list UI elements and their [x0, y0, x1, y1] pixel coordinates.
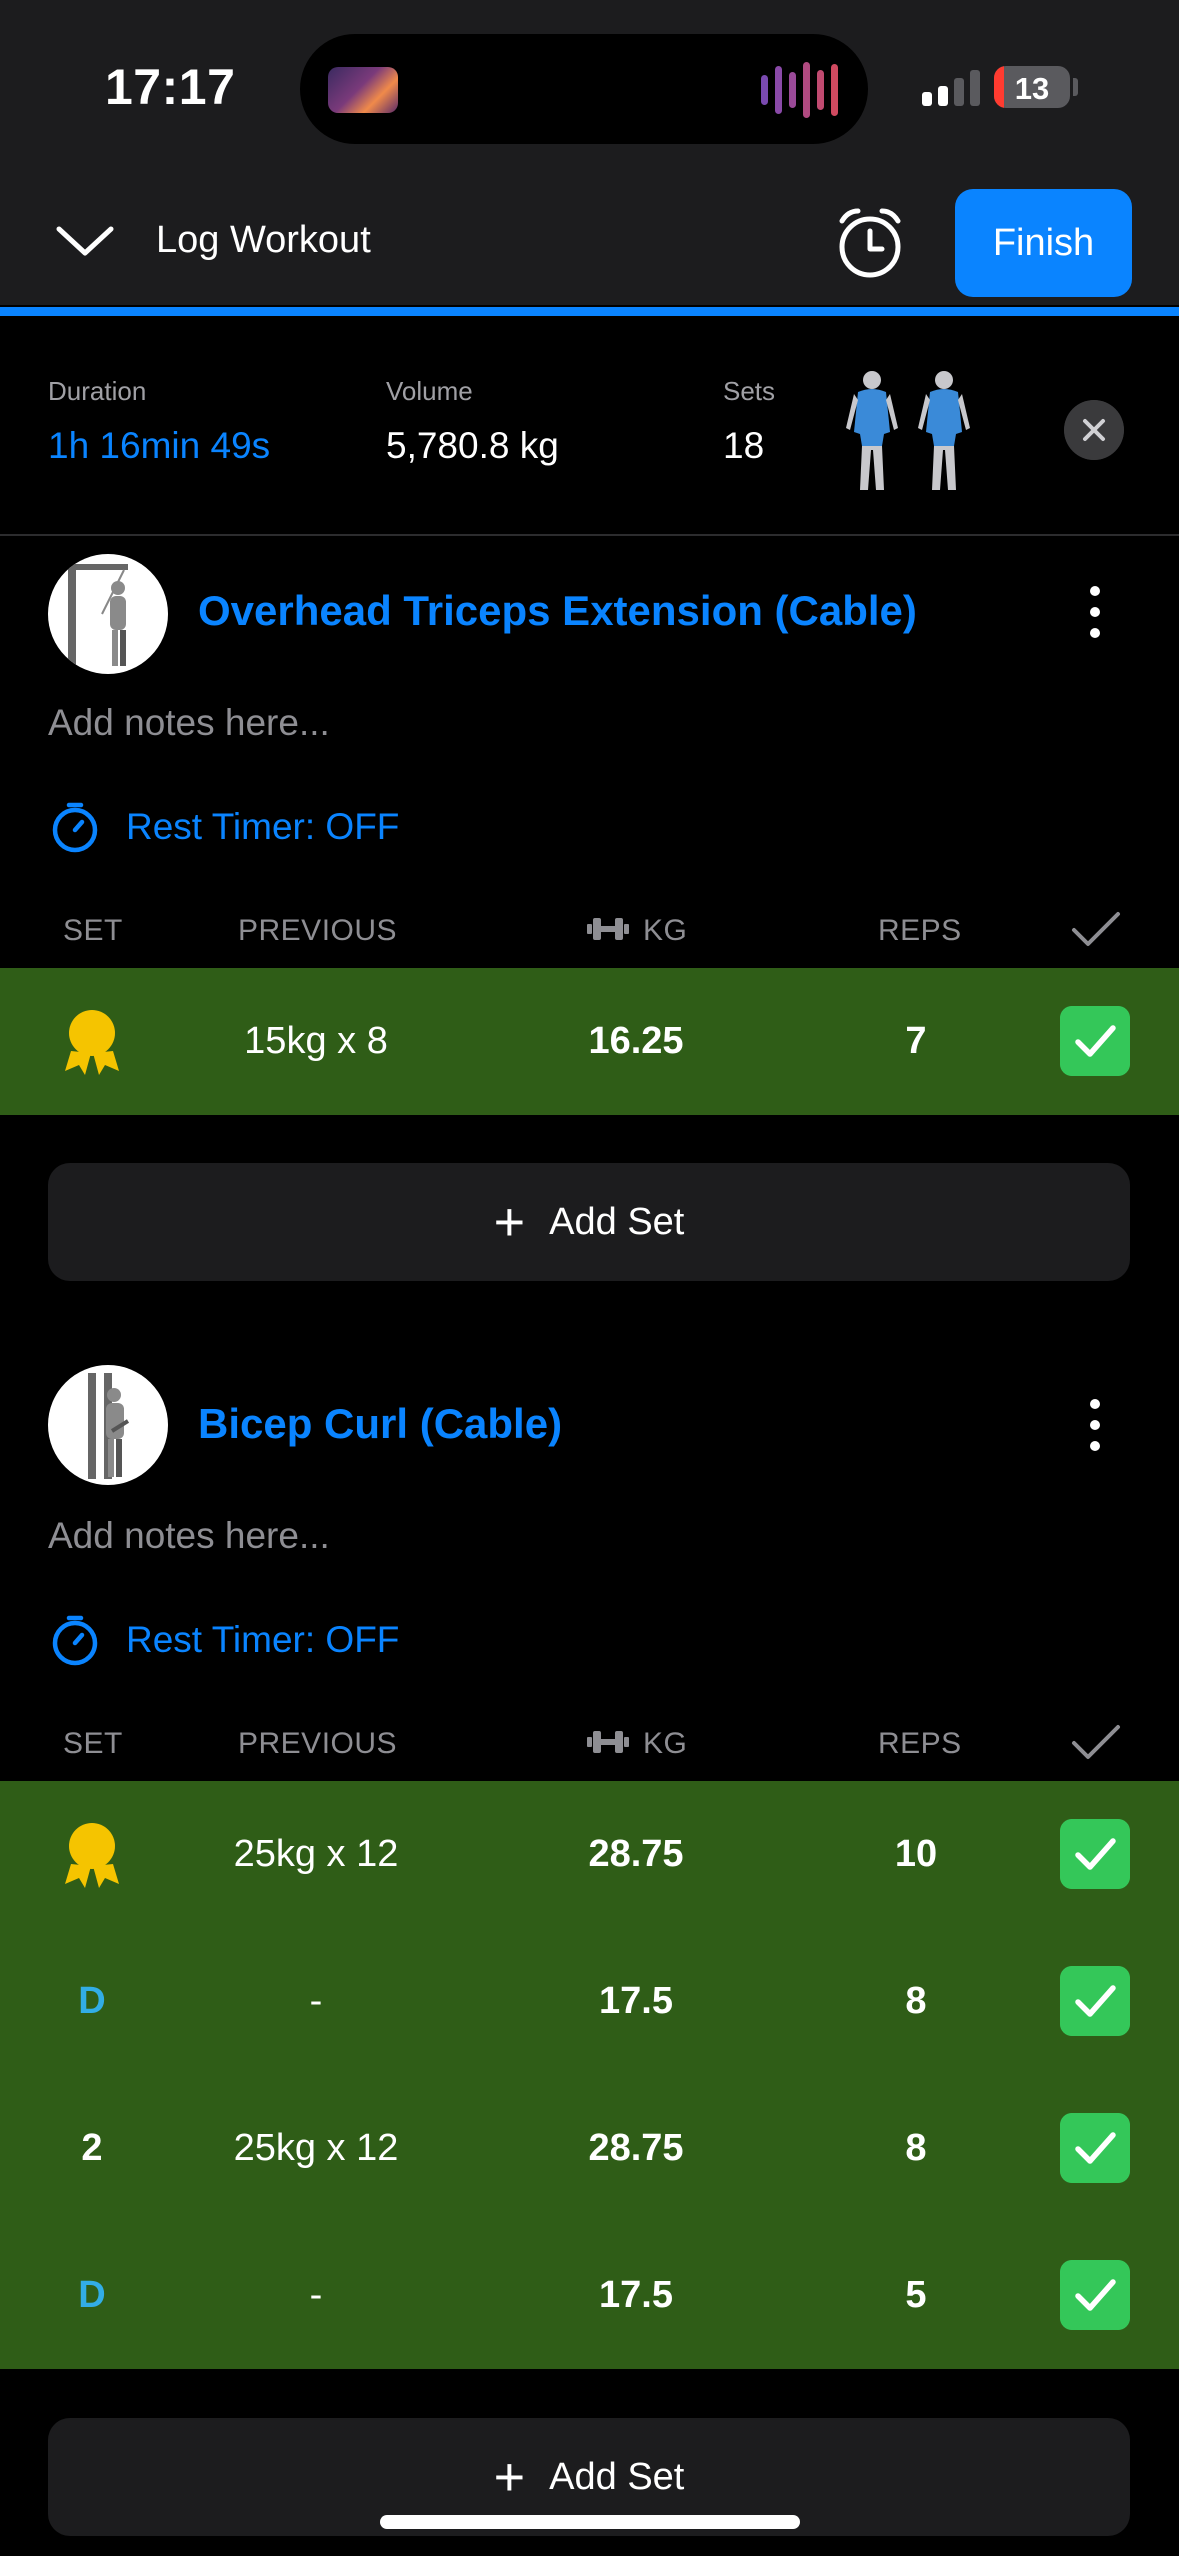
kg-input[interactable]: 16.25	[536, 968, 736, 1115]
complete-set-checkbox[interactable]	[1060, 2113, 1130, 2183]
plus-icon: +	[493, 1192, 526, 1252]
cable-machine-image	[68, 564, 128, 668]
workout-summary: Duration 1h 16min 49s Volume 5,780.8 kg …	[0, 316, 1179, 536]
volume-label: Volume	[386, 376, 473, 406]
checkmark-icon	[1072, 912, 1120, 946]
volume-stat: Volume 5,780.8 kg	[386, 376, 559, 467]
volume-value: 5,780.8 kg	[386, 425, 559, 466]
previous-value[interactable]: 25kg x 12	[186, 2075, 446, 2222]
audio-waveform-icon	[761, 62, 838, 118]
exercise-title[interactable]: Bicep Curl (Cable)	[198, 1400, 562, 1448]
exercise-thumbnail[interactable]	[48, 1365, 168, 1485]
medal-icon	[65, 1822, 119, 1888]
complete-set-checkbox[interactable]	[1060, 1006, 1130, 1076]
notes-field[interactable]: Add notes here...	[48, 1515, 330, 1557]
finish-button[interactable]: Finish	[955, 189, 1132, 297]
battery-percentage: 13	[1014, 71, 1050, 106]
exercise-title[interactable]: Overhead Triceps Extension (Cable)	[198, 587, 917, 635]
checkmark-icon	[1072, 1725, 1120, 1759]
set-row: 25kg x 12 28.75 10	[0, 1781, 1179, 1928]
col-kg: KG	[643, 1727, 688, 1760]
reps-input[interactable]: 5	[816, 2222, 1016, 2369]
complete-set-checkbox[interactable]	[1060, 1819, 1130, 1889]
set-row: 15kg x 8 16.25 7	[0, 968, 1179, 1115]
reps-input[interactable]: 8	[816, 1928, 1016, 2075]
medal-icon	[65, 1009, 119, 1075]
reps-input[interactable]: 7	[816, 968, 1016, 1115]
reps-input[interactable]: 8	[816, 2075, 1016, 2222]
sets-value: 18	[723, 425, 765, 466]
kg-input[interactable]: 28.75	[536, 2075, 736, 2222]
workout-header: Log Workout Finish	[0, 175, 1179, 305]
more-options-icon[interactable]	[1080, 1399, 1110, 1459]
reps-input[interactable]: 10	[816, 1781, 1016, 1928]
previous-value[interactable]: -	[186, 1928, 446, 2075]
close-icon[interactable]	[1064, 400, 1124, 460]
cable-curl-image	[88, 1373, 130, 1479]
add-set-label: Add Set	[549, 1200, 685, 1243]
dynamic-island[interactable]	[300, 34, 868, 144]
complete-set-checkbox[interactable]	[1060, 2260, 1130, 2330]
cellular-signal-icon	[922, 70, 980, 106]
page-title: Log Workout	[156, 219, 371, 261]
chevron-down-icon[interactable]	[55, 215, 115, 265]
previous-value[interactable]: 15kg x 8	[186, 968, 446, 1115]
rest-timer-label: Rest Timer: OFF	[126, 806, 400, 847]
rest-timer-button[interactable]: Rest Timer: OFF	[48, 1613, 399, 1667]
kg-input[interactable]: 17.5	[536, 2222, 736, 2369]
battery-tip	[1073, 78, 1078, 96]
muscle-map-icon[interactable]	[840, 366, 980, 496]
set-number[interactable]: D	[42, 1928, 142, 2075]
rest-timer-label: Rest Timer: OFF	[126, 1619, 400, 1660]
back-body-figure	[918, 371, 970, 490]
set-medal[interactable]	[42, 1781, 142, 1928]
progress-bar	[0, 307, 1179, 316]
battery-icon: 13	[994, 66, 1070, 108]
previous-value[interactable]: -	[186, 2222, 446, 2369]
col-set: SET	[63, 1727, 123, 1760]
add-set-button[interactable]: + Add Set	[48, 1163, 1130, 1281]
exercise-thumbnail[interactable]	[48, 554, 168, 674]
more-options-icon[interactable]	[1080, 586, 1110, 646]
sets-label: Sets	[723, 376, 776, 406]
duration-value: 1h 16min 49s	[48, 425, 271, 466]
kg-input[interactable]: 17.5	[536, 1928, 736, 2075]
add-set-label: Add Set	[549, 2455, 685, 2498]
col-previous: PREVIOUS	[238, 914, 398, 947]
col-previous: PREVIOUS	[238, 1727, 398, 1760]
clock: 17:17	[105, 59, 236, 115]
duration-stat: Duration 1h 16min 49s	[48, 376, 270, 467]
rest-timer-button[interactable]: Rest Timer: OFF	[48, 800, 399, 854]
set-row: D - 17.5 8	[0, 1928, 1179, 2075]
set-table-header: SET PREVIOUS KG REPS	[0, 912, 1179, 974]
previous-value[interactable]: 25kg x 12	[186, 1781, 446, 1928]
set-row: 2 25kg x 12 28.75 8	[0, 2075, 1179, 2222]
set-table-header: SET PREVIOUS KG REPS	[0, 1725, 1179, 1787]
set-number[interactable]: D	[42, 2222, 142, 2369]
set-row: D - 17.5 5	[0, 2222, 1179, 2369]
set-medal[interactable]	[42, 968, 142, 1115]
sets-stat: Sets 18	[723, 376, 775, 467]
col-reps: REPS	[878, 914, 962, 947]
notes-field[interactable]: Add notes here...	[48, 702, 330, 744]
set-number[interactable]: 2	[42, 2075, 142, 2222]
dumbbell-icon	[587, 1731, 629, 1753]
plus-icon: +	[493, 2447, 526, 2507]
status-bar: 17:17 13	[0, 0, 1179, 175]
col-reps: REPS	[878, 1727, 962, 1760]
now-playing-artwork	[328, 67, 398, 113]
complete-set-checkbox[interactable]	[1060, 1966, 1130, 2036]
home-indicator[interactable]	[380, 2515, 800, 2529]
dumbbell-icon	[587, 918, 629, 940]
stopwatch-icon	[52, 1615, 98, 1666]
col-kg: KG	[643, 914, 688, 947]
alarm-clock-icon[interactable]	[832, 205, 908, 281]
stopwatch-icon	[52, 802, 98, 853]
kg-input[interactable]: 28.75	[536, 1781, 736, 1928]
front-body-figure	[846, 371, 898, 490]
col-set: SET	[63, 914, 123, 947]
duration-label: Duration	[48, 376, 147, 406]
